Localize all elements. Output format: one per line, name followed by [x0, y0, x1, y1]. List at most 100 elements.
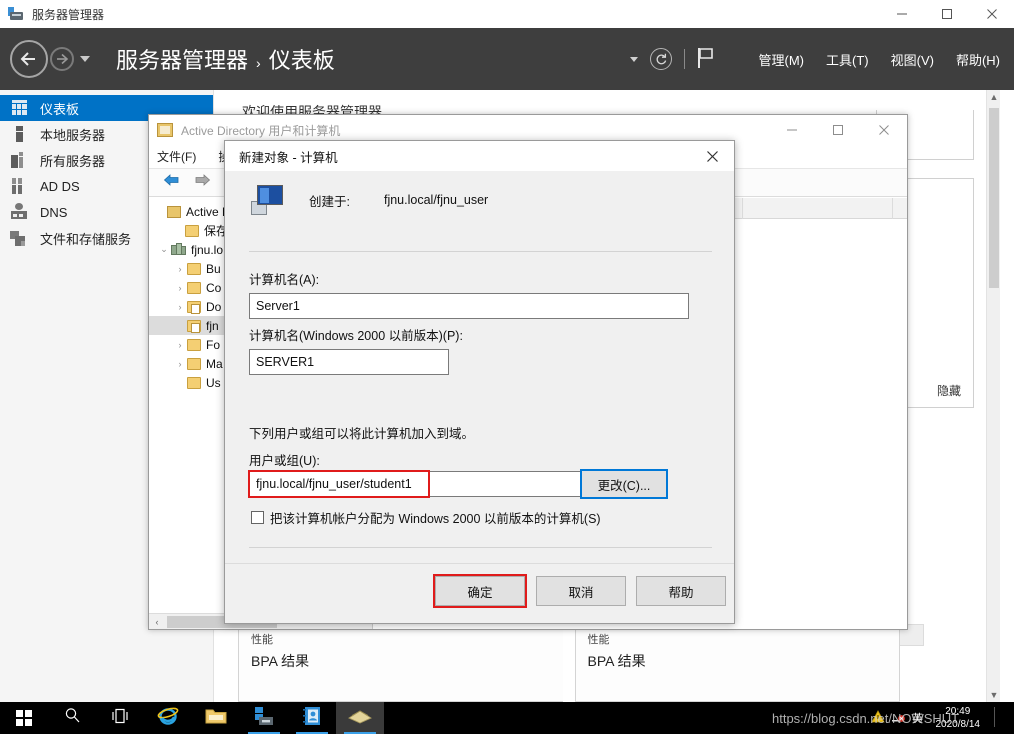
back-button[interactable]: [10, 40, 48, 78]
pre2000-assign-checkbox-row[interactable]: 把该计算机帐户分配为 Windows 2000 以前版本的计算机(S): [251, 508, 601, 527]
start-button[interactable]: [0, 702, 48, 734]
maximize-button[interactable]: [924, 0, 969, 28]
server-manager-taskbar-button[interactable]: [240, 702, 288, 734]
server-manager-title: 服务器管理器: [32, 7, 105, 22]
new-object-computer-dialog: 新建对象 - 计算机 创建于: fjnu.local/fjnu_user 计算机…: [224, 140, 735, 624]
new-object-dialog-taskbar-button[interactable]: [336, 702, 384, 734]
folder-icon: [185, 224, 199, 237]
scrollbar-thumb[interactable]: [989, 108, 999, 288]
tree-label-users: Us: [206, 375, 221, 390]
server-manager-icon: [253, 706, 275, 731]
tree-twisty-icon[interactable]: ›: [173, 283, 187, 293]
menu-tools[interactable]: 工具(T): [826, 50, 869, 69]
aduc-icon: [157, 123, 173, 137]
sidebar-label-all-servers: 所有服务器: [40, 153, 106, 169]
ok-button[interactable]: 确定: [435, 576, 525, 606]
tray-network-icon[interactable]: [888, 710, 908, 726]
breadcrumb-root[interactable]: 服务器管理器: [116, 43, 248, 75]
aduc-window-controls: [769, 115, 907, 145]
aduc-menu-file[interactable]: 文件(F): [157, 148, 196, 165]
file-explorer-button[interactable]: [192, 702, 240, 734]
dns-icon: [10, 203, 30, 221]
tray-warning-icon[interactable]: [868, 710, 888, 726]
menu-manage[interactable]: 管理(M): [759, 50, 805, 69]
dashboard-icon: [10, 99, 30, 117]
tree-twisty-icon[interactable]: ›: [173, 359, 187, 369]
scroll-left-arrow-icon[interactable]: ‹: [149, 617, 165, 627]
tree-label-domain: fjnu.lo: [191, 242, 224, 257]
tile-main-1: BPA 结果: [251, 653, 310, 669]
menu-view[interactable]: 视图(V): [891, 50, 934, 69]
local-server-icon: [10, 125, 30, 143]
user-group-value: fjnu.local/fjnu_user/student1: [256, 477, 412, 491]
computer-name-input[interactable]: Server1: [249, 293, 689, 319]
cancel-button[interactable]: 取消: [536, 576, 626, 606]
screen: 服务器管理器 服务器管理器 › 仪表板 管理(M) 工具(T) 视图(V) 帮助…: [0, 0, 1014, 734]
tile-sub-2: 性能: [587, 634, 610, 646]
task-view-button[interactable]: [96, 702, 144, 734]
folder-icon: [187, 357, 201, 370]
sidebar-label-local-server: 本地服务器: [40, 127, 106, 143]
cancel-button-label: 取消: [568, 585, 594, 600]
tree-label-managed: Ma: [206, 356, 223, 371]
forward-arrow-icon[interactable]: [193, 172, 213, 193]
help-button-label: 帮助: [668, 585, 694, 600]
search-button[interactable]: [48, 702, 96, 734]
close-button[interactable]: [969, 0, 1014, 28]
aduc-taskbar-button[interactable]: [288, 702, 336, 734]
dialog-footer: 确定 取消 帮助: [225, 563, 734, 623]
folder-icon: [187, 338, 201, 351]
scroll-up-arrow-icon[interactable]: ▲: [987, 90, 1001, 104]
pre2000-assign-checkbox[interactable]: [251, 511, 264, 524]
internet-explorer-button[interactable]: [144, 702, 192, 734]
folder-icon: [187, 281, 201, 294]
help-button[interactable]: 帮助: [636, 576, 726, 606]
pre2000-name-input[interactable]: SERVER1: [249, 349, 449, 375]
tile-ad-ds[interactable]: 性能 BPA 结果: [238, 628, 563, 702]
chevron-down-icon[interactable]: [629, 56, 638, 62]
refresh-icon[interactable]: [649, 48, 672, 70]
tree-twisty-icon[interactable]: ›: [173, 302, 187, 312]
aduc-minimize-button[interactable]: [769, 115, 815, 145]
computer-name-value: Server1: [256, 299, 300, 313]
sidebar-label-ad-ds: AD DS: [40, 178, 80, 194]
clock-date: 2020/8/14: [935, 719, 981, 730]
forward-button[interactable]: [50, 47, 74, 71]
tree-label-builtin: Bu: [206, 261, 221, 276]
hide-link[interactable]: 隐藏: [937, 382, 961, 399]
tree-label-computers: Co: [206, 280, 222, 295]
tree-label-foreign: Fo: [206, 337, 221, 352]
taskbar-clock[interactable]: 20:49 2020/8/14: [928, 705, 989, 731]
tree-label-domain-controllers: Do: [206, 299, 222, 314]
minimize-button[interactable]: [879, 0, 924, 28]
dashboard-tiles: 性能 BPA 结果 性能 BPA 结果: [238, 628, 900, 702]
content-scrollbar[interactable]: ▲ ▼: [986, 90, 1000, 702]
dialog-close-button[interactable]: [690, 141, 734, 171]
server-manager-window-controls: [879, 0, 1014, 28]
scroll-down-arrow-icon[interactable]: ▼: [987, 688, 1001, 702]
change-button[interactable]: 更改(C)...: [580, 469, 668, 499]
search-icon: [64, 707, 81, 729]
tree-twisty-icon[interactable]: ›: [173, 340, 187, 350]
aduc-close-button[interactable]: [861, 115, 907, 145]
list-column-3[interactable]: [743, 197, 893, 219]
breadcrumb: 服务器管理器 › 仪表板: [116, 43, 335, 75]
menu-help[interactable]: 帮助(H): [956, 50, 1000, 69]
clock-time: 20:49: [945, 706, 971, 717]
show-desktop-button[interactable]: [988, 706, 1008, 730]
aduc-maximize-button[interactable]: [815, 115, 861, 145]
tree-twisty-expanded-icon[interactable]: ⌄: [157, 244, 171, 255]
flag-icon[interactable]: [697, 47, 715, 72]
breadcrumb-separator: ›: [256, 55, 261, 71]
ok-button-label: 确定: [467, 585, 493, 600]
user-group-input[interactable]: fjnu.local/fjnu_user/student1: [249, 471, 597, 497]
back-arrow-icon[interactable]: [161, 172, 181, 193]
folder-icon: [187, 262, 201, 275]
computer-name-field-group: 计算机名(A): Server1: [249, 269, 689, 319]
windows-logo-icon: [16, 710, 32, 726]
tray-ime-icon[interactable]: 英: [908, 710, 928, 726]
history-dropdown-icon[interactable]: [80, 56, 90, 62]
tree-twisty-icon[interactable]: ›: [173, 264, 187, 274]
tile-gap: [562, 628, 575, 702]
tile-dns[interactable]: 性能 BPA 结果: [574, 628, 900, 702]
